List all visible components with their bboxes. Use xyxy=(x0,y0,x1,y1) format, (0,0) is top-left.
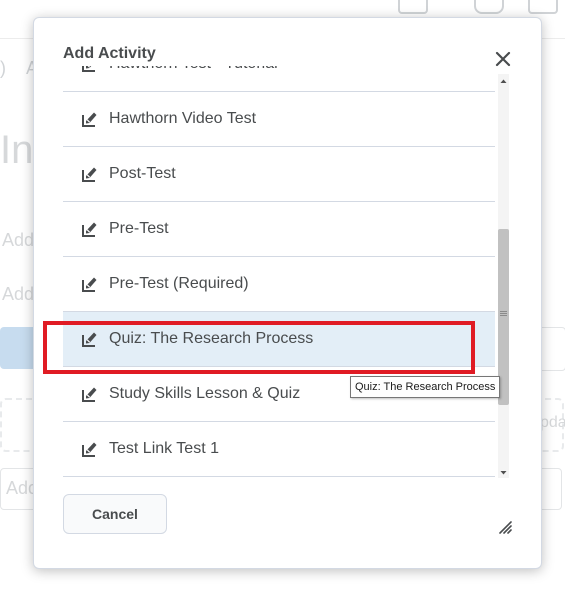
chat-icon xyxy=(474,0,504,14)
add-link: Add xyxy=(2,230,35,250)
add-link: Add xyxy=(2,284,35,304)
close-button[interactable] xyxy=(492,48,514,70)
list-item-label: Hawthorn Test - Tutorial xyxy=(109,66,278,73)
quiz-icon xyxy=(79,384,99,404)
list-item[interactable]: Test Link Test 1 xyxy=(63,422,495,477)
quiz-icon xyxy=(79,439,99,459)
grid-icon xyxy=(398,0,428,14)
resize-handle[interactable] xyxy=(498,520,512,534)
list-item[interactable]: Hawthorn Test - Tutorial xyxy=(63,66,495,92)
breadcrumb-fragment: ) xyxy=(0,58,6,78)
item-tooltip: Quiz: The Research Process xyxy=(350,376,501,398)
grip-icon xyxy=(500,311,507,312)
scrollbar[interactable] xyxy=(495,74,511,478)
quiz-icon xyxy=(79,219,99,239)
list-item[interactable]: Post-Test xyxy=(63,147,495,202)
activity-list[interactable]: Hawthorn Test - Tutorial Hawthorn Video T… xyxy=(63,66,495,478)
list-item-label: Pre-Test (Required) xyxy=(109,275,249,292)
close-icon xyxy=(495,51,511,67)
list-item[interactable]: Pre-Test (Required) xyxy=(63,257,495,312)
list-item-label: Quiz: The Research Process xyxy=(109,330,314,347)
add-activity-dialog: Add Activity Hawthorn Test - TutorialHaw… xyxy=(33,17,542,569)
list-item-label: Pre-Test xyxy=(109,220,169,237)
list-item-label: Hawthorn Video Test xyxy=(109,110,257,127)
list-item-label: Post-Test xyxy=(109,165,176,182)
resize-icon xyxy=(499,521,512,534)
quiz-icon xyxy=(79,329,99,349)
cancel-button[interactable]: Cancel xyxy=(63,494,167,534)
quiz-icon xyxy=(79,164,99,184)
quiz-icon xyxy=(79,274,99,294)
list-item[interactable]: Pre-Test xyxy=(63,202,495,257)
scroll-up-arrow[interactable] xyxy=(498,74,509,86)
scroll-down-arrow[interactable] xyxy=(498,466,509,478)
page-title: In xyxy=(0,128,34,172)
quiz-icon xyxy=(79,109,99,129)
list-item[interactable]: Hawthorn Video Test xyxy=(63,92,495,147)
list-item[interactable]: Quiz: The Research Process xyxy=(63,312,495,367)
notification-icon xyxy=(528,0,558,14)
drop-zone-text: pda xyxy=(540,414,565,431)
dialog-title: Add Activity xyxy=(63,45,156,62)
list-item-label: Test Link Test 1 xyxy=(109,440,219,457)
quiz-icon xyxy=(79,66,99,74)
list-item-label: Study Skills Lesson & Quiz xyxy=(109,385,301,402)
